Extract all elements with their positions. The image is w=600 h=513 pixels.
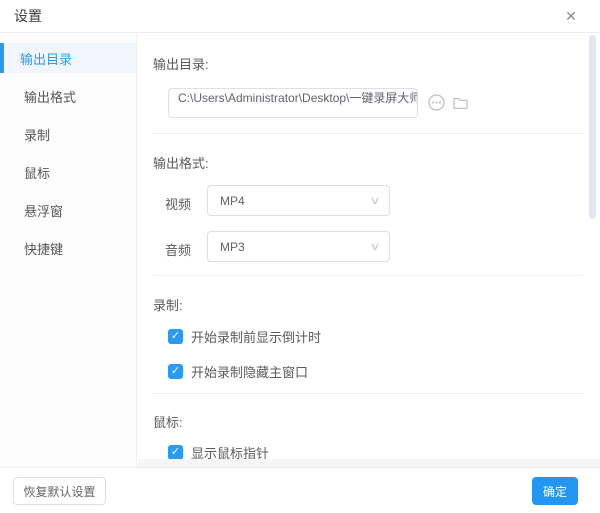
- divider: [153, 133, 583, 134]
- titlebar: 设置 ✕: [0, 0, 600, 33]
- divider: [153, 393, 583, 394]
- mouse-label: 鼠标:: [153, 415, 183, 430]
- sidebar-item-hotkeys[interactable]: 快捷键: [0, 229, 136, 267]
- checkbox-checked-icon[interactable]: ✓: [168, 445, 183, 460]
- output-path-input[interactable]: C:\Users\Administrator\Desktop\一键录屏大师: [168, 88, 418, 118]
- settings-content: 输出目录: C:\Users\Administrator\Desktop\一键录…: [138, 34, 600, 467]
- settings-dialog: 设置 ✕ 输出目录 输出格式 录制 鼠标 悬浮窗 快捷键 输出目录: C:\Us…: [0, 0, 600, 513]
- sidebar-item-floating-window[interactable]: 悬浮窗: [0, 191, 136, 229]
- scrollbar-thumb[interactable]: [589, 35, 596, 219]
- sidebar-item-mouse[interactable]: 鼠标: [0, 153, 136, 191]
- checkbox-checked-icon[interactable]: ✓: [168, 329, 183, 344]
- dialog-title: 设置: [14, 8, 42, 24]
- browse-ellipsis-icon[interactable]: [428, 94, 445, 111]
- output-directory-label: 输出目录:: [153, 57, 209, 72]
- countdown-option[interactable]: ✓ 开始录制前显示倒计时: [168, 327, 321, 346]
- sidebar: 输出目录 输出格式 录制 鼠标 悬浮窗 快捷键: [0, 34, 137, 467]
- restore-defaults-button[interactable]: 恢复默认设置: [13, 477, 106, 505]
- video-format-label: 视频: [165, 197, 192, 212]
- hide-main-window-option[interactable]: ✓ 开始录制隐藏主窗口: [168, 362, 308, 381]
- hide-main-window-option-label: 开始录制隐藏主窗口: [191, 365, 309, 380]
- divider: [153, 275, 583, 276]
- audio-format-label: 音频: [165, 243, 192, 258]
- output-format-label: 输出格式:: [153, 156, 209, 171]
- checkbox-checked-icon[interactable]: ✓: [168, 364, 183, 379]
- chevron-down-icon: ∨: [369, 241, 381, 253]
- countdown-option-label: 开始录制前显示倒计时: [191, 330, 322, 345]
- chevron-down-icon: ∨: [369, 195, 381, 207]
- open-folder-icon[interactable]: [452, 94, 469, 111]
- footer: 恢复默认设置 确定: [0, 467, 600, 513]
- audio-format-value: MP3: [220, 239, 245, 254]
- content-bottom-strip: [138, 459, 600, 467]
- ok-button[interactable]: 确定: [532, 477, 578, 505]
- video-format-select[interactable]: MP4 ∨: [207, 185, 390, 216]
- sidebar-item-recording[interactable]: 录制: [0, 115, 136, 153]
- video-format-value: MP4: [220, 193, 245, 208]
- close-icon[interactable]: ✕: [562, 7, 580, 25]
- sidebar-item-output-directory[interactable]: 输出目录: [0, 43, 136, 73]
- sidebar-item-output-format[interactable]: 输出格式: [0, 77, 136, 115]
- recording-label: 录制:: [153, 298, 183, 313]
- audio-format-select[interactable]: MP3 ∨: [207, 231, 390, 262]
